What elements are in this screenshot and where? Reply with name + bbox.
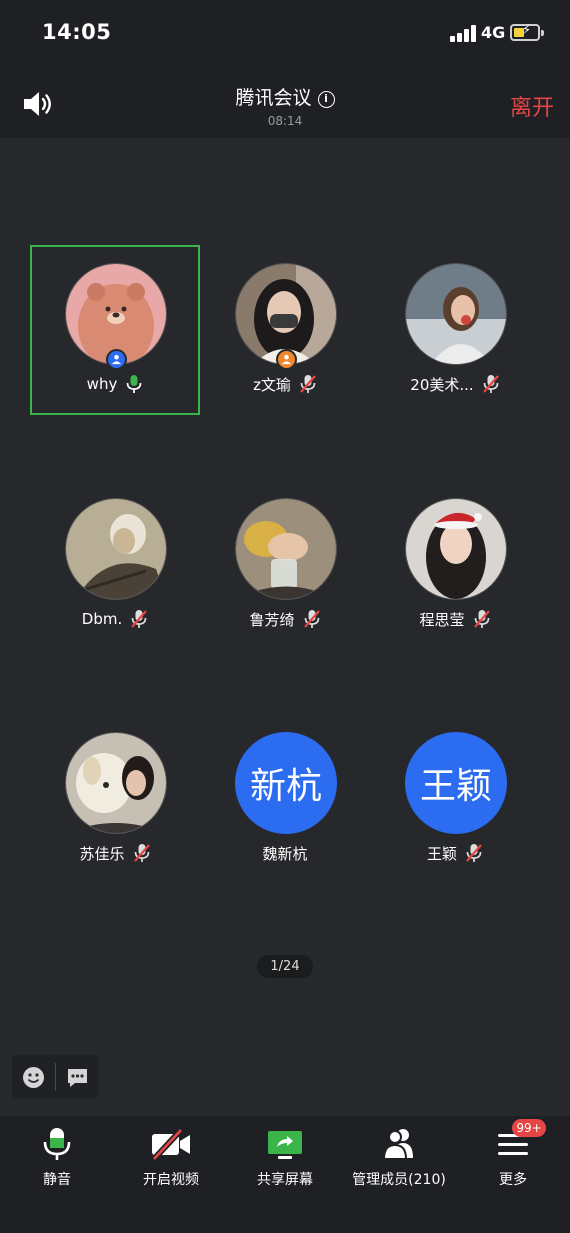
meeting-duration: 08:14 <box>267 114 303 128</box>
mic-muted-icon <box>303 610 320 628</box>
participant-tile[interactable]: Dbm. <box>30 480 200 650</box>
more-button[interactable]: 99+ 更多 <box>456 1116 570 1216</box>
avatar <box>405 498 507 600</box>
participant-name-row: Dbm. <box>30 608 200 630</box>
status-time: 14:05 <box>42 20 112 44</box>
mic-muted-icon <box>473 610 490 628</box>
manage-members-label: 管理成员(210) <box>352 1172 446 1188</box>
avatar <box>65 498 167 600</box>
participant-tile[interactable]: 苏佳乐 <box>30 714 200 884</box>
more-label: 更多 <box>499 1172 527 1188</box>
chat-icon[interactable] <box>66 1066 89 1089</box>
divider <box>55 1063 56 1091</box>
participant-tile[interactable]: 王颖 王颖 <box>370 714 540 884</box>
participant-name-row: why <box>30 373 200 395</box>
info-icon[interactable]: i <box>317 91 335 108</box>
mic-muted-icon <box>300 375 316 393</box>
page-indicator: 1/24 <box>257 955 313 978</box>
avatar-initials: 新杭 <box>235 732 337 834</box>
status-bar: 14:05 4G ⚡ <box>0 0 570 66</box>
host-badge-icon <box>106 349 127 370</box>
avatar-initials: 王颖 <box>405 732 507 834</box>
participant-name-row: 魏新杭 <box>200 842 370 864</box>
mute-label: 静音 <box>43 1172 71 1188</box>
signal-icon <box>450 25 476 42</box>
participant-name: 鲁芳绮 <box>249 610 295 629</box>
participant-name-row: 鲁芳绮 <box>200 608 370 630</box>
participant-name-row: 20美术... <box>370 373 540 395</box>
participant-name: why <box>86 375 118 393</box>
participant-name: Dbm. <box>81 610 123 628</box>
participant-tile[interactable]: 鲁芳绮 <box>200 480 370 650</box>
avatar <box>405 263 507 365</box>
notification-badge: 99+ <box>512 1119 546 1137</box>
leave-button[interactable]: 离开 <box>510 90 554 122</box>
participant-name-row: 王颖 <box>370 842 540 864</box>
share-screen-button[interactable]: 共享屏幕 <box>228 1116 342 1216</box>
participant-name: 20美术... <box>410 375 474 394</box>
mic-on-icon <box>126 375 142 393</box>
meeting-title[interactable]: 腾讯会议 i <box>0 83 570 110</box>
participant-tile[interactable]: 20美术... <box>370 245 540 415</box>
start-video-button[interactable]: 开启视频 <box>114 1116 228 1216</box>
meeting-title-text: 腾讯会议 <box>235 87 312 109</box>
video-off-icon <box>151 1127 190 1162</box>
share-screen-label: 共享屏幕 <box>257 1172 313 1188</box>
mute-button[interactable]: 静音 <box>0 1116 114 1216</box>
participant-name: 苏佳乐 <box>79 844 125 863</box>
mic-muted-icon <box>482 375 499 393</box>
start-video-label: 开启视频 <box>143 1172 199 1188</box>
participant-name-row: 程思莹 <box>370 608 540 630</box>
cohost-badge-icon <box>276 349 297 370</box>
participant-name: 程思莹 <box>419 610 465 629</box>
participant-name: z文瑜 <box>253 375 291 394</box>
battery-icon: ⚡ <box>510 23 544 41</box>
participant-name-row: z文瑜 <box>200 373 370 395</box>
network-type: 4G <box>481 23 506 42</box>
microphone-icon <box>43 1128 71 1160</box>
participant-tile[interactable]: 程思莹 <box>370 480 540 650</box>
participant-name: 王颖 <box>426 844 457 863</box>
avatar <box>65 732 167 834</box>
participant-tile[interactable]: z文瑜 <box>200 245 370 415</box>
participant-tile-why[interactable]: why <box>30 245 200 415</box>
participant-name-row: 苏佳乐 <box>30 842 200 864</box>
participant-name: 魏新杭 <box>262 844 308 863</box>
participant-tile[interactable]: 新杭 魏新杭 <box>200 714 370 884</box>
avatar <box>235 498 337 600</box>
manage-members-button[interactable]: 管理成员(210) <box>342 1116 456 1216</box>
mic-muted-icon <box>133 844 150 862</box>
meeting-header: 腾讯会议 i 08:14 离开 <box>0 66 570 138</box>
mic-muted-icon <box>131 610 148 628</box>
reaction-chat-tools <box>12 1055 98 1099</box>
share-screen-icon <box>268 1131 302 1159</box>
mic-muted-icon <box>466 844 482 862</box>
bottom-toolbar: 静音 开启视频 共享屏幕 管理成员(210) 99+ 更多 <box>0 1116 570 1233</box>
emoji-icon[interactable] <box>22 1066 45 1089</box>
members-icon <box>382 1129 413 1160</box>
